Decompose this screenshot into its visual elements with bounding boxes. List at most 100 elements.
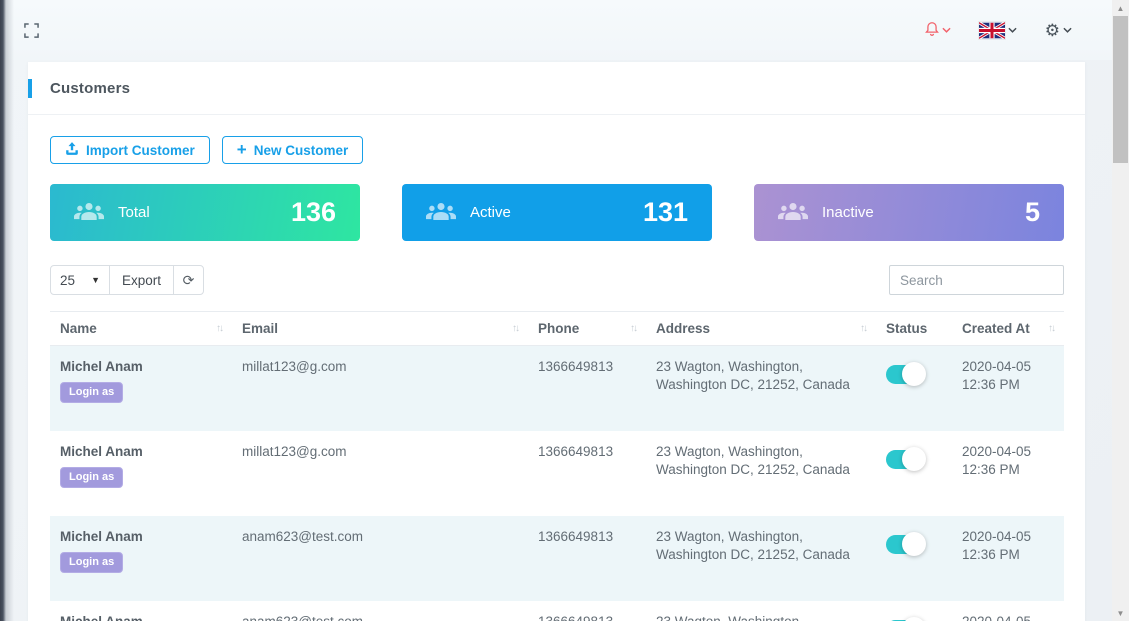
status-cell <box>876 601 952 621</box>
table-row: Michel Anam Login as millat123@g.com 136… <box>50 346 1064 431</box>
page-header: Customers <box>28 62 1085 115</box>
new-customer-label: New Customer <box>253 142 349 158</box>
import-customer-label: Import Customer <box>86 142 195 158</box>
column-header[interactable]: Email ↑↓ <box>232 312 528 345</box>
column-label: Phone <box>538 321 580 336</box>
created-time: 12:36 PM <box>962 376 1020 392</box>
created-at-cell: 2020-04-05 12:36 PM <box>952 346 1064 431</box>
plus-icon: + <box>236 139 247 159</box>
address-cell: 23 Wagton, Washington, Washington DC, 21… <box>656 444 850 477</box>
search-input[interactable] <box>889 265 1064 295</box>
column-header[interactable]: Phone ↑↓ <box>528 312 646 345</box>
column-label: Name <box>60 321 97 336</box>
status-toggle[interactable] <box>886 447 926 471</box>
customer-name: Michel Anam <box>60 613 222 621</box>
title-accent-bar <box>28 79 32 98</box>
sort-icon[interactable]: ↑↓ <box>630 323 638 334</box>
email-cell: anam623@test.com <box>232 601 528 621</box>
vertical-scrollbar[interactable]: ▲ ▼ <box>1112 0 1129 621</box>
created-at-cell: 2020-04-05 12:36 PM <box>952 516 1064 601</box>
chevron-down-icon <box>942 27 951 33</box>
sort-icon[interactable]: ↑↓ <box>216 323 224 334</box>
customer-name: Michel Anam <box>60 444 143 459</box>
fullscreen-button[interactable] <box>24 22 39 38</box>
scroll-down-arrow-icon[interactable]: ▼ <box>1112 605 1129 621</box>
toggle-knob <box>902 617 926 621</box>
created-at-cell: 2020-04-05 12:36 PM <box>952 601 1064 621</box>
created-date: 2020-04-05 <box>962 444 1032 459</box>
import-customer-button[interactable]: Import Customer <box>50 136 210 164</box>
name-cell: Michel Anam Login as <box>50 516 232 601</box>
settings-dropdown[interactable]: ⚙ <box>1045 22 1072 39</box>
table-button-group: 25 ▼ Export ⟳ <box>50 265 205 295</box>
gear-icon: ⚙ <box>1044 20 1060 40</box>
table-controls: 25 ▼ Export ⟳ <box>50 265 1064 295</box>
scroll-up-arrow-icon[interactable]: ▲ <box>1112 0 1129 16</box>
phone-cell: 1366649813 <box>538 444 614 459</box>
column-header[interactable]: Name ↑↓ <box>50 312 232 345</box>
chevron-down-icon <box>1008 27 1017 33</box>
email-cell: millat123@g.com <box>242 359 347 374</box>
export-button[interactable]: Export <box>109 265 175 295</box>
status-toggle[interactable] <box>886 362 926 386</box>
login-as-button[interactable]: Login as <box>60 381 124 403</box>
language-dropdown[interactable] <box>978 21 1017 39</box>
topbar: ⚙ <box>0 0 1112 60</box>
name-cell: Michel Anam Login as <box>50 431 232 516</box>
new-customer-button[interactable]: + New Customer <box>221 136 364 164</box>
column-label: Address <box>656 321 711 336</box>
refresh-button[interactable]: ⟳ <box>173 265 205 295</box>
collapsed-sidebar-edge <box>0 0 14 621</box>
customers-page: ⚙ Customers Import Customer + New Custom… <box>0 0 1129 621</box>
column-label: Created At <box>962 321 1030 336</box>
created-date: 2020-04-05 <box>962 529 1032 544</box>
table-row: Michel Anam Login as anam623@test.com 13… <box>50 601 1064 621</box>
page-size-select[interactable]: 25 ▼ <box>50 265 110 295</box>
created-date: 2020-04-05 <box>962 613 1054 621</box>
status-toggle[interactable] <box>886 532 926 556</box>
column-label: Email <box>242 321 279 336</box>
column-header[interactable]: Address ↑↓ <box>646 312 876 345</box>
address-cell: 23 Wagton, Washington, Washington DC, 21… <box>656 529 850 562</box>
page-size-value: 25 <box>60 272 76 288</box>
email-cell: millat123@g.com <box>242 444 347 459</box>
bell-icon <box>924 20 939 41</box>
toggle-knob <box>902 362 926 386</box>
column-label: Status <box>886 321 928 336</box>
created-time: 12:36 PM <box>962 461 1020 477</box>
stat-card[interactable]: Active 131 <box>402 184 712 241</box>
stat-value: 5 <box>1024 197 1040 227</box>
users-group-icon <box>74 202 104 223</box>
uk-flag-icon <box>978 21 1005 39</box>
sort-icon[interactable]: ↑↓ <box>860 323 868 334</box>
phone-cell: 1366649813 <box>538 359 614 374</box>
login-as-button[interactable]: Login as <box>60 551 124 573</box>
table-body: Michel Anam Login as millat123@g.com 136… <box>50 346 1064 621</box>
scrollbar-thumb[interactable] <box>1113 16 1128 163</box>
chevron-down-icon <box>1063 27 1072 33</box>
export-label: Export <box>122 272 162 288</box>
stat-value: 131 <box>642 197 688 227</box>
stat-label: Total <box>118 204 150 221</box>
topbar-right: ⚙ <box>924 20 1072 41</box>
stat-card[interactable]: Inactive 5 <box>754 184 1064 241</box>
stat-label: Inactive <box>822 204 874 221</box>
toggle-knob <box>902 447 926 471</box>
name-cell: Michel Anam Login as <box>50 601 232 621</box>
table-header-row: Name ↑↓ Email ↑↓ Phone ↑↓ Address ↑↓ Sta… <box>50 311 1064 346</box>
status-cell <box>876 516 952 601</box>
phone-cell: 1366649813 <box>528 601 646 621</box>
sort-icon[interactable]: ↑↓ <box>512 323 520 334</box>
column-header[interactable]: Created At ↑↓ <box>952 312 1064 345</box>
column-header[interactable]: Status ↑↓ <box>876 312 952 345</box>
sort-icon[interactable]: ↑↓ <box>1048 323 1056 334</box>
stat-card[interactable]: Total 136 <box>50 184 360 241</box>
stats-row: Total 136 Active 131 Inactive 5 <box>50 184 1064 241</box>
content-card: Customers Import Customer + New Customer <box>28 62 1085 621</box>
status-cell <box>876 431 952 516</box>
email-cell: anam623@test.com <box>242 529 364 544</box>
notifications-dropdown[interactable] <box>924 20 951 41</box>
login-as-button[interactable]: Login as <box>60 466 124 488</box>
customer-name: Michel Anam <box>60 529 143 544</box>
created-date: 2020-04-05 <box>962 359 1032 374</box>
